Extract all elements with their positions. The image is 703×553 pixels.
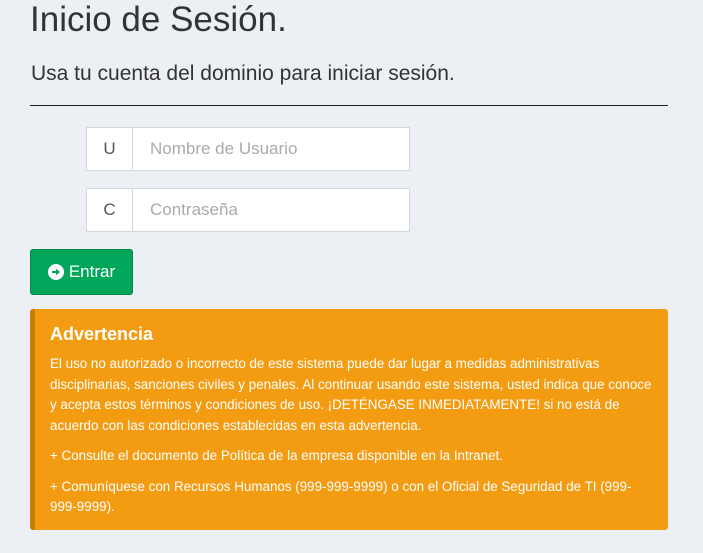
warning-note-contact: + Comuníquese con Recursos Humanos (999-… (50, 478, 632, 515)
warning-note-policy: + Consulte el documento de Política de l… (50, 448, 503, 463)
username-input[interactable] (133, 128, 409, 170)
username-input-group: U (86, 127, 410, 171)
warning-body: El uso no autorizado o incorrecto de est… (50, 356, 652, 433)
warning-title: Advertencia (50, 324, 154, 344)
header-divider (30, 105, 668, 106)
login-button[interactable]: Entrar (30, 249, 133, 295)
password-addon: C (87, 189, 133, 231)
login-button-label: Entrar (68, 262, 116, 281)
username-addon: U (87, 128, 133, 170)
page-subtitle: Usa tu cuenta del dominio para iniciar s… (31, 62, 455, 85)
arrow-circle-right-icon (47, 264, 64, 280)
password-input-group: C (86, 188, 410, 232)
warning-callout: Advertencia El uso no autorizado o incor… (30, 309, 668, 530)
password-input[interactable] (133, 189, 409, 231)
page-title: Inicio de Sesión. (30, 0, 287, 39)
